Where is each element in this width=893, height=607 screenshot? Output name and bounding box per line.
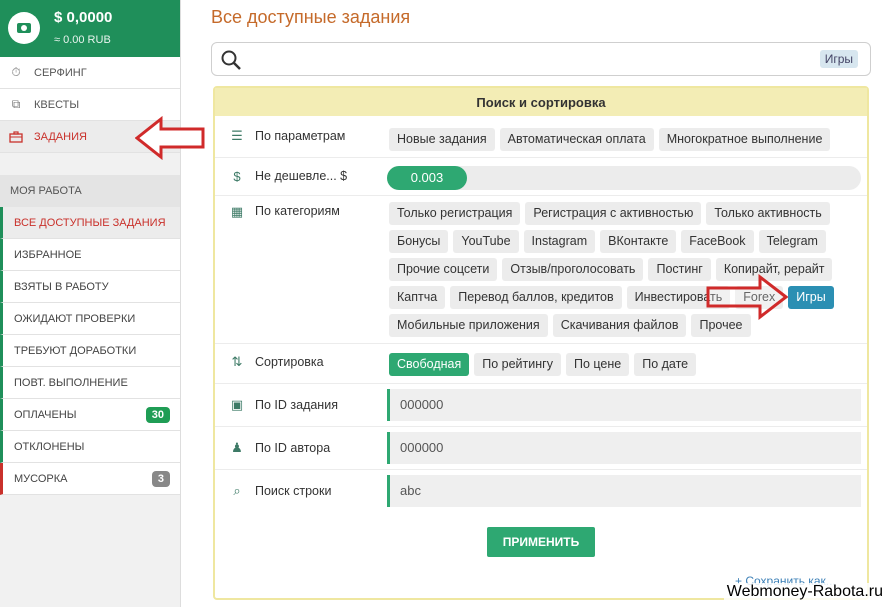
work-item-label: ОЖИДАЮТ ПРОВЕРКИ — [14, 312, 136, 325]
params-row: ☰ По параметрам Новые задания Автоматиче… — [215, 116, 867, 158]
puzzle-icon: ⧉ — [11, 97, 21, 111]
chip-category[interactable]: YouTube — [453, 230, 519, 253]
work-item-label: ОПЛАЧЕНЫ — [14, 408, 77, 421]
chip-category-games-selected[interactable]: Игры — [788, 286, 834, 309]
work-repeat[interactable]: ПОВТ. ВЫПОЛНЕНИЕ — [0, 367, 180, 399]
sort-icon: ⇅ — [231, 354, 243, 369]
search-string-field[interactable]: abc — [387, 475, 861, 507]
chip-category[interactable]: FaceBook — [681, 230, 754, 253]
price-slider-knob[interactable]: 0.003 — [387, 166, 467, 190]
work-trash[interactable]: МУСОРКА 3 — [0, 463, 180, 495]
work-rejected[interactable]: ОТКЛОНЕНЫ — [0, 431, 180, 463]
chip-category[interactable]: Мобильные приложения — [389, 314, 548, 337]
sidebar: $ 0,0000 ≈ 0.00 RUB ⏱ СЕРФИНГ ⧉ КВЕСТЫ З… — [0, 0, 181, 607]
sort-chips: Свободная По рейтингу По цене По дате — [389, 353, 859, 376]
chip-category[interactable]: Отзыв/проголосовать — [502, 258, 644, 281]
chip-category[interactable]: Telegram — [758, 230, 826, 253]
red-arrow-left-icon — [135, 116, 205, 160]
chip-category[interactable]: Каптча — [389, 286, 446, 309]
chip-category[interactable]: Скачивания файлов — [552, 314, 687, 337]
task-id-field[interactable]: 000000 — [387, 389, 861, 421]
chip-category[interactable]: Только регистрация — [389, 202, 521, 225]
chip-category[interactable]: Постинг — [648, 258, 711, 281]
trash-count-badge: 3 — [151, 470, 170, 487]
work-needs-rework[interactable]: ТРЕБУЮТ ДОРАБОТКИ — [0, 335, 180, 367]
categories-label: По категориям — [255, 204, 340, 218]
briefcase-icon — [8, 129, 24, 145]
work-item-label: ТРЕБУЮТ ДОРАБОТКИ — [14, 344, 137, 357]
stopwatch-icon: ⏱ — [11, 65, 21, 79]
work-item-label: ИЗБРАННОЕ — [14, 248, 82, 261]
author-icon: ♟ — [231, 440, 243, 455]
price-label: Не дешевле... $ — [255, 169, 348, 183]
chip-category[interactable]: Регистрация с активностью — [525, 202, 702, 225]
money-bag-icon: $ — [233, 168, 241, 184]
grid-icon: ▦ — [230, 204, 244, 219]
search-string-label: Поиск строки — [255, 484, 332, 498]
balance-block: $ 0,0000 ≈ 0.00 RUB — [0, 0, 180, 57]
sort-by-date[interactable]: По дате — [634, 353, 697, 376]
page-title: Все доступные задания — [211, 7, 411, 27]
sliders-icon: ☰ — [231, 128, 243, 143]
sort-by-price[interactable]: По цене — [565, 353, 630, 376]
apply-button[interactable]: ПРИМЕНИТЬ — [487, 527, 595, 557]
chip-new-tasks[interactable]: Новые задания — [389, 128, 495, 151]
work-in-progress[interactable]: ВЗЯТЫ В РАБОТУ — [0, 271, 180, 303]
red-arrow-right-icon — [706, 274, 788, 320]
chip-category[interactable]: Бонусы — [389, 230, 449, 253]
sort-free-selected[interactable]: Свободная — [389, 353, 470, 376]
search-input[interactable]: Игры — [211, 42, 871, 76]
work-awaiting-review[interactable]: ОЖИДАЮТ ПРОВЕРКИ — [0, 303, 180, 335]
params-chips: Новые задания Автоматическая оплата Мног… — [389, 128, 859, 151]
work-item-label: ПОВТ. ВЫПОЛНЕНИЕ — [14, 376, 128, 389]
nav-surfing-label: СЕРФИНГ — [34, 66, 87, 79]
sort-row: ⇅ Сортировка Свободная По рейтингу По це… — [215, 344, 867, 384]
doc-search-icon: ⌕ — [233, 483, 241, 498]
chip-auto-pay[interactable]: Автоматическая оплата — [499, 128, 654, 151]
search-icon — [221, 50, 241, 70]
price-slider[interactable]: 0.003 — [387, 166, 861, 190]
work-paid[interactable]: ОПЛАЧЕНЫ 30 — [0, 399, 180, 431]
work-all-available[interactable]: ВСЕ ДОСТУПНЫЕ ЗАДАНИЯ — [0, 207, 180, 239]
wallet-icon — [8, 12, 40, 44]
chip-category[interactable]: Перевод баллов, кредитов — [450, 286, 622, 309]
nav-surfing[interactable]: ⏱ СЕРФИНГ — [0, 57, 180, 89]
chip-multi-exec[interactable]: Многократное выполнение — [658, 128, 831, 151]
watermark: Webmoney-Rabota.ru — [723, 583, 886, 601]
search-sort-panel: Поиск и сортировка ☰ По параметрам Новые… — [213, 86, 869, 600]
author-id-field[interactable]: 000000 — [387, 432, 861, 464]
categories-chips: Только регистрация Регистрация с активно… — [389, 202, 859, 337]
task-id-label: По ID задания — [255, 398, 338, 412]
chip-category[interactable]: ВКонтакте — [600, 230, 677, 253]
id-card-icon: ▣ — [230, 397, 244, 412]
work-favorites[interactable]: ИЗБРАННОЕ — [0, 239, 180, 271]
panel-title: Поиск и сортировка — [215, 88, 867, 116]
work-item-label: ВЗЯТЫ В РАБОТУ — [14, 280, 109, 293]
chip-category[interactable]: Прочие соцсети — [389, 258, 498, 281]
search-tag[interactable]: Игры — [819, 50, 858, 68]
nav-tasks-label: ЗАДАНИЯ — [34, 130, 87, 143]
sort-label: Сортировка — [255, 355, 324, 369]
work-item-label: ОТКЛОНЕНЫ — [14, 440, 85, 453]
work-item-label: ВСЕ ДОСТУПНЫЕ ЗАДАНИЯ — [14, 216, 166, 229]
chip-category[interactable]: Instagram — [523, 230, 596, 253]
paid-count-badge: 30 — [145, 406, 170, 423]
balance-usd: $ 0,0000 — [54, 9, 113, 26]
author-id-label: По ID автора — [255, 441, 331, 455]
params-label: По параметрам — [255, 129, 346, 143]
nav-quests-label: КВЕСТЫ — [34, 98, 80, 111]
categories-row: ▦ По категориям Только регистрация Регис… — [215, 196, 867, 344]
my-work-title: МОЯ РАБОТА — [0, 175, 180, 207]
balance-rub: ≈ 0.00 RUB — [54, 34, 111, 46]
work-item-label: МУСОРКА — [14, 472, 68, 485]
chip-category[interactable]: Только активность — [706, 202, 830, 225]
sort-by-rating[interactable]: По рейтингу — [474, 353, 561, 376]
